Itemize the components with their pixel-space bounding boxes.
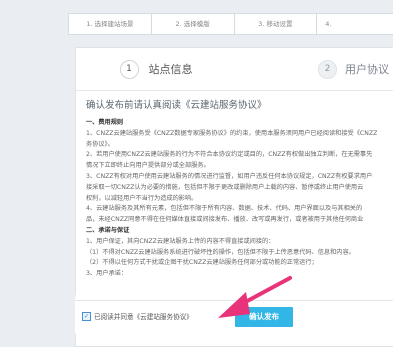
agreement-line: 2、若用户使用CNZZ云建站服务的行为不符合本协议约定或目的，CNZZ有权做出独… [86,151,373,159]
tab-number: 2 [318,59,337,79]
agreement-content: 确认发布前请认真阅读《云建站服务协议》 一、费用规则 1、CNZZ云建站服务受《… [86,97,393,280]
tab-label: 用户协议 [345,63,389,76]
agreement-line: 权利，以减轻用户不当行为造成的影响。 [86,194,198,202]
agree-checkbox-row[interactable]: ✓ 已阅读并同意《云建站服务协议》 [82,311,193,321]
agreement-line: 3、CNZZ有权对用户使用云建站服务的情况进行监督，如用户违反任何本协议规定，C… [86,172,373,180]
agreement-line: 务协议》。 [86,140,114,148]
agreement-line: 接采取一切CNZZ认为必要的措施，包括但不限于更改或删除用户上载的内容、暂停或终… [86,183,364,191]
agreement-line: 情况下立即终止向用户提供部分或全部服务。 [86,162,210,170]
section-title: 一、费用规则 [86,119,124,126]
tab-number: 1 [119,59,139,79]
step-progress-bar: 1. 选择建站场景 2. 选择模版 3. 移动设置 4. [68,13,393,35]
agreement-line: 品，未经CNZZ同意不得在任何媒体直接或间接发布、播放、改写或再发行，或者被用于… [86,216,364,224]
step-2: 2. 选择模版 [152,14,235,34]
tab-label: 站点信息 [148,63,193,76]
agreement-line: （1）不得对CNZZ云建站服务系统进行破坏性的操作，包括但不限于上传恶意代码、信… [86,248,355,256]
agree-checkbox[interactable]: ✓ [82,311,91,321]
step-1: 1. 选择建站场景 [69,14,152,34]
agree-label: 已阅读并同意《云建站服务协议》 [94,313,193,321]
tab-bar: 1 站点信息 2 用户协议 [76,48,393,91]
tab-site-info[interactable]: 1 站点信息 [76,48,236,90]
agreement-line: 1、用户保证，其向CNZZ云建站服务上传的内容不得直接或间接的： [86,237,275,245]
pointer-arrow-icon [218,276,292,318]
agreement-line: （2）不得以任何方式干扰或企图干扰CNZZ云建站服务任何部分或功能的正常运行； [86,259,318,267]
agreement-heading: 确认发布前请认真阅读《云建站服务协议》 [86,100,267,111]
agreement-line: 4、云建站服务及其所有元素，包括但不限于所有内容、数据、技术、代码、用户界面以及… [86,205,363,213]
section-title: 二、承诺与保证 [86,226,130,234]
tab-user-agreement[interactable]: 2 用户协议 [318,48,393,90]
step-3: 3. 移动设置 [235,14,318,34]
agreement-line: 1、CNZZ云建站服务受《CNZZ数据专家服务协议》的约束，使用本服务须同用户已… [86,129,378,137]
step-4: 4. [325,20,332,28]
